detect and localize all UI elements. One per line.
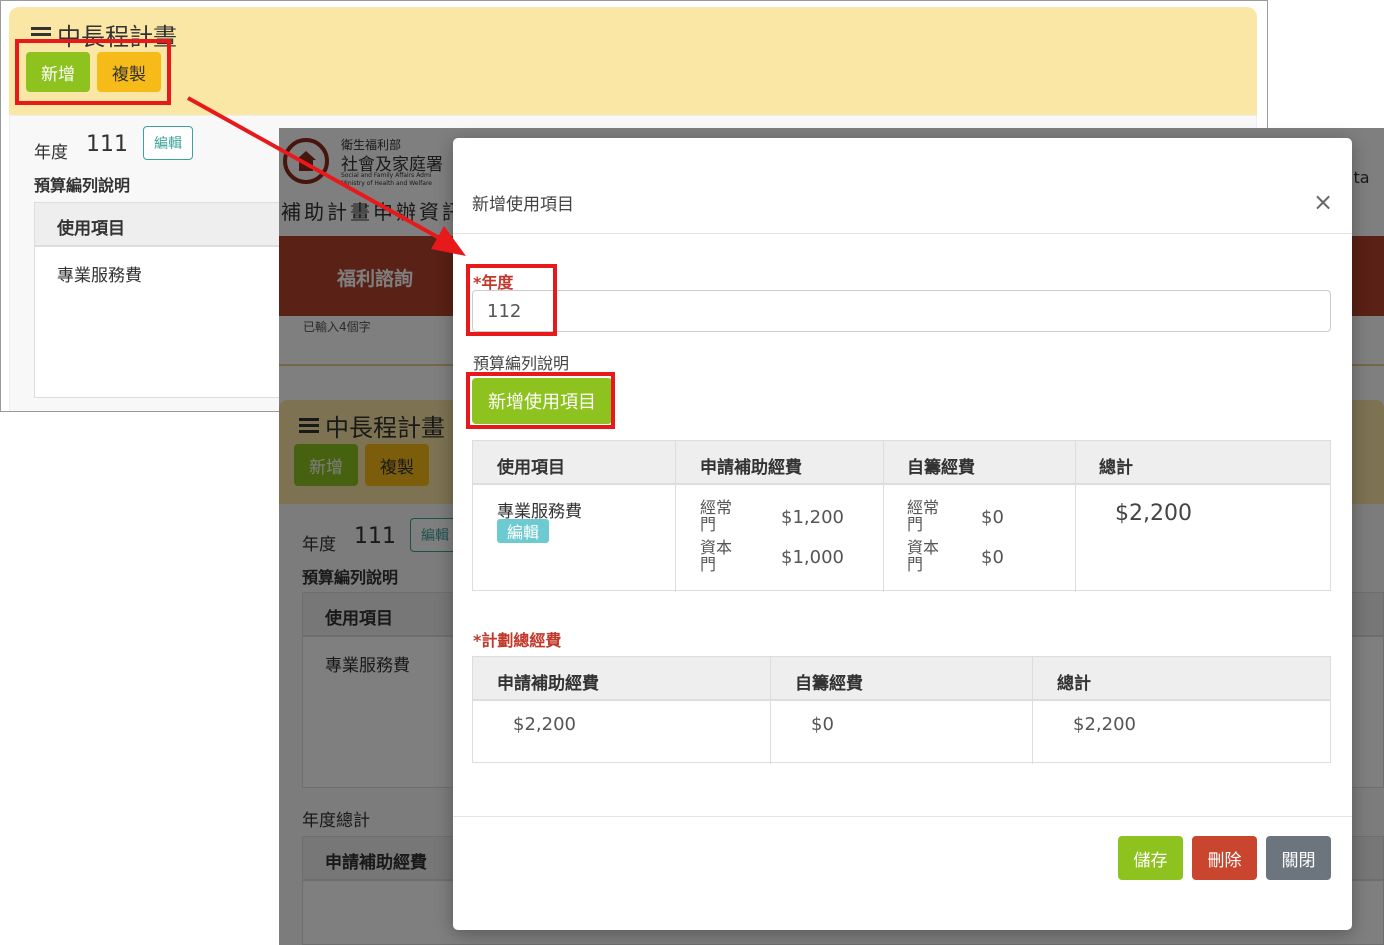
annotation-arrow [187,96,466,256]
